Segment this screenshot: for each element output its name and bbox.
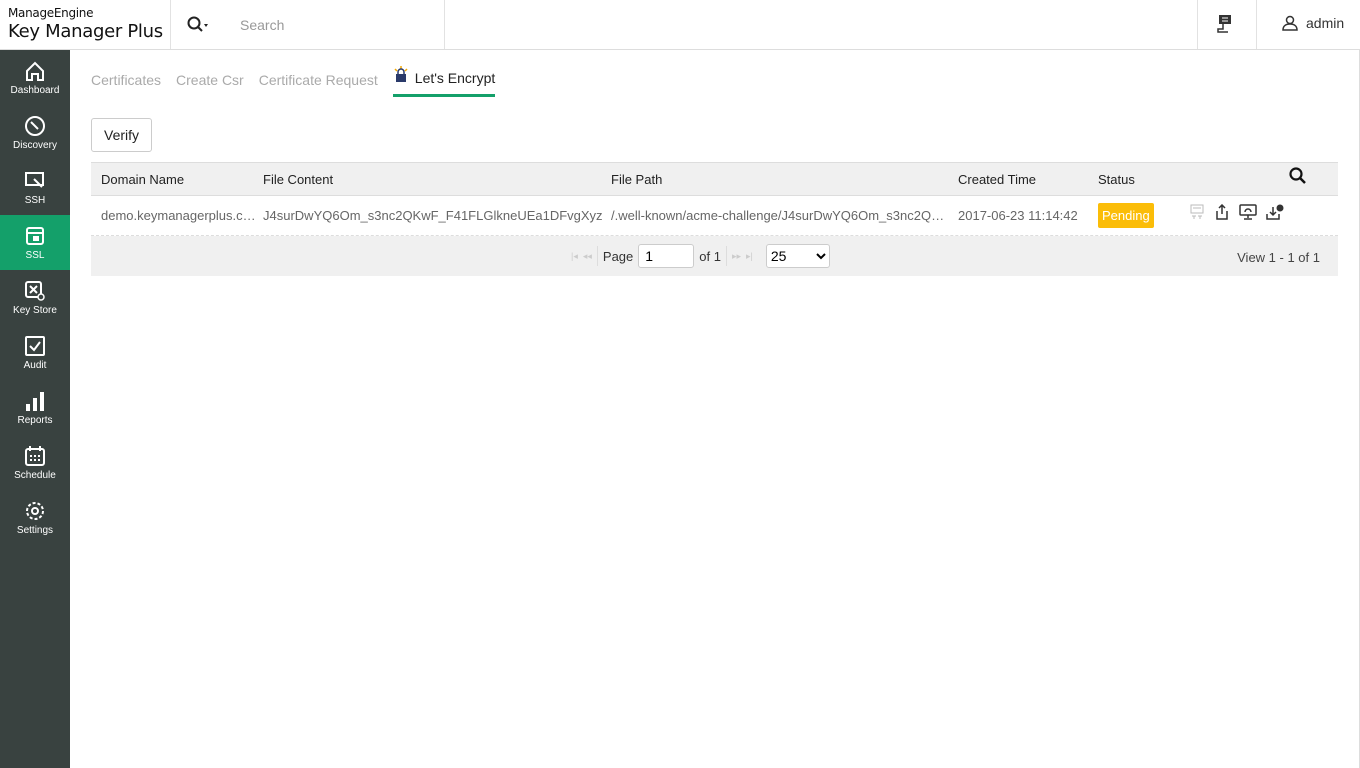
- pagination-bar: |◂ ◂◂ Page of 1 ▸▸ ▸| 25 View 1 - 1 of 1: [91, 236, 1338, 276]
- file-path: /.well-known/acme-challenge/J4surDwYQ6Om…: [611, 208, 951, 223]
- sidebar-item-discovery[interactable]: Discovery: [0, 105, 70, 160]
- view-count: View 1 - 1 of 1: [1237, 250, 1320, 265]
- audit-icon: [25, 335, 45, 356]
- username: admin: [1306, 15, 1345, 31]
- tab-bar: Certificates Create Csr Certificate Requ…: [91, 66, 496, 97]
- column-file-content[interactable]: File Content: [263, 172, 603, 187]
- page-input[interactable]: [638, 244, 695, 268]
- lets-encrypt-icon: [394, 66, 408, 82]
- product-name: Key Manager Plus: [8, 21, 163, 42]
- prev-page-icon[interactable]: ◂◂: [583, 251, 592, 262]
- brand-name: ManageEngine: [8, 6, 94, 20]
- sidebar-item-ssl[interactable]: SSL: [0, 215, 70, 270]
- page-label: Page: [602, 248, 634, 264]
- search-input[interactable]: [230, 12, 430, 38]
- home-icon: [26, 61, 44, 81]
- sidebar-item-dashboard[interactable]: Dashboard: [0, 50, 70, 105]
- key-store-icon: [25, 280, 45, 301]
- search-scope-icon[interactable]: [186, 15, 210, 35]
- tab-certificate-request[interactable]: Certificate Request: [259, 70, 378, 97]
- label: Schedule: [14, 469, 56, 481]
- file-content: J4surDwYQ6Om_s3nc2QKwF_F41FLGlkneUEa1DFv…: [263, 208, 603, 223]
- page-size-select[interactable]: 25: [765, 244, 830, 268]
- label: Audit: [23, 359, 47, 371]
- column-status[interactable]: Status: [1098, 172, 1135, 187]
- sidebar-item-reports[interactable]: Reports: [0, 380, 70, 435]
- certificate-details-icon[interactable]: [1189, 204, 1205, 223]
- user-icon: [1282, 15, 1298, 31]
- ssh-icon: [25, 171, 44, 188]
- logo[interactable]: ManageEngine Key Manager Plus: [8, 6, 170, 42]
- user-menu[interactable]: admin: [1282, 15, 1344, 31]
- label: Discovery: [13, 139, 57, 151]
- verify-button[interactable]: Verify: [91, 118, 153, 152]
- export-icon[interactable]: [1214, 203, 1230, 223]
- label: Reports: [17, 414, 53, 426]
- table-search-icon[interactable]: [1289, 167, 1307, 188]
- table-header: Domain Name File Content File Path Creat…: [91, 162, 1338, 196]
- column-created-time[interactable]: Created Time: [958, 172, 1088, 187]
- label: SSH: [24, 194, 46, 206]
- download-icon[interactable]: [1266, 204, 1284, 223]
- lets-encrypt-table: Domain Name File Content File Path Creat…: [91, 162, 1338, 276]
- tab-create-csr[interactable]: Create Csr: [176, 70, 244, 97]
- next-page-icon[interactable]: ▸▸: [732, 251, 741, 262]
- sidebar-item-settings[interactable]: Settings: [0, 490, 70, 545]
- sidebar-item-key-store[interactable]: Key Store: [0, 270, 70, 325]
- ssl-icon: [26, 226, 44, 245]
- label: SSL: [25, 249, 45, 261]
- label: Settings: [16, 524, 54, 536]
- tab-certificates[interactable]: Certificates: [91, 70, 161, 97]
- top-bar: ManageEngine Key Manager Plus admin: [0, 0, 1360, 50]
- first-page-icon[interactable]: |◂: [571, 251, 578, 262]
- tab-label: Let's Encrypt: [414, 70, 496, 86]
- page-count: of 1: [699, 248, 721, 264]
- gear-icon: [26, 501, 44, 520]
- sidebar-item-ssh[interactable]: SSH: [0, 160, 70, 215]
- compass-icon: [25, 115, 45, 136]
- tab-lets-encrypt[interactable]: Let's Encrypt: [392, 66, 496, 97]
- domain-name: demo.keymanagerplus.com: [101, 208, 256, 223]
- column-domain-name[interactable]: Domain Name: [101, 172, 256, 187]
- label: Dashboard: [10, 84, 60, 96]
- sidebar-item-audit[interactable]: Audit: [0, 325, 70, 380]
- deploy-icon[interactable]: [1239, 204, 1257, 223]
- main-content: Certificates Create Csr Certificate Requ…: [70, 50, 1360, 768]
- column-file-path[interactable]: File Path: [611, 172, 951, 187]
- last-page-icon[interactable]: ▸|: [746, 251, 753, 262]
- bar-chart-icon: [26, 391, 44, 411]
- table-row[interactable]: demo.keymanagerplus.com J4surDwYQ6Om_s3n…: [91, 196, 1338, 236]
- created-time: 2017-06-23 11:14:42: [958, 208, 1078, 223]
- sidebar-item-schedule[interactable]: Schedule: [0, 435, 70, 490]
- notification-icon[interactable]: [1215, 14, 1235, 39]
- sidebar: Dashboard Discovery SSH SSL Key Store Au…: [0, 50, 70, 768]
- label: Key Store: [13, 304, 57, 316]
- status-badge: Pending: [1098, 203, 1154, 228]
- calendar-icon: [25, 445, 45, 466]
